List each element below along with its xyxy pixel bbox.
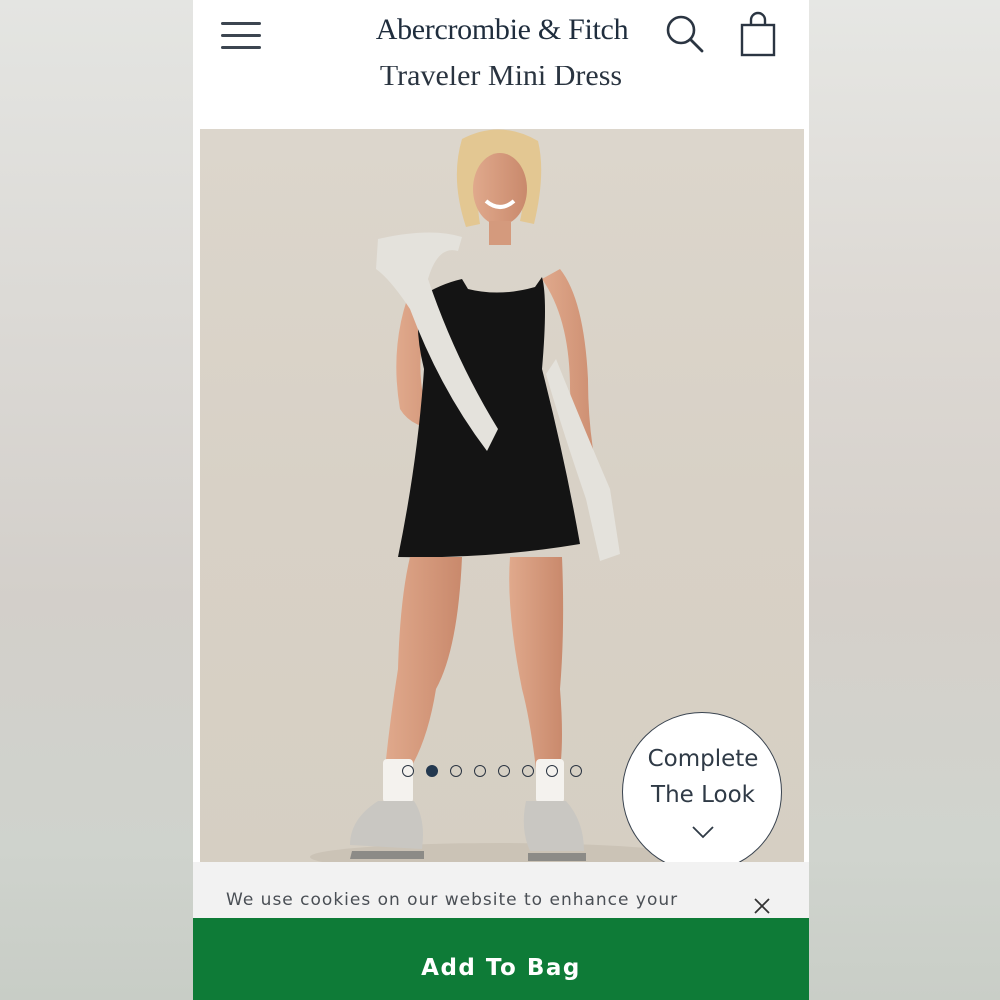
complete-the-look-label: Complete The Look [623, 741, 783, 813]
cookie-banner: We use cookies on our website to enhance… [193, 862, 809, 918]
background-left [0, 0, 193, 1000]
carousel-dot[interactable] [522, 765, 534, 777]
complete-look-line1: Complete [647, 746, 759, 772]
product-title: Traveler Mini Dress [379, 59, 623, 92]
close-icon[interactable] [753, 897, 771, 915]
carousel-dot[interactable] [498, 765, 510, 777]
complete-the-look-button[interactable]: Complete The Look [622, 712, 782, 869]
carousel-dots [402, 765, 582, 779]
carousel-dot[interactable] [402, 765, 414, 777]
cookie-message: We use cookies on our website to enhance… [226, 890, 679, 910]
carousel-dot[interactable] [450, 765, 462, 777]
carousel-dot-active[interactable] [426, 765, 438, 777]
background-right [809, 0, 1000, 1000]
add-to-bag-button[interactable]: Add To Bag [193, 918, 809, 1000]
search-icon[interactable] [665, 14, 705, 54]
carousel-dot[interactable] [546, 765, 558, 777]
hamburger-menu-icon[interactable] [219, 20, 263, 52]
carousel-dot[interactable] [474, 765, 486, 777]
site-header: Abercrombie & Fitch Traveler Mini Dress [193, 0, 809, 128]
carousel-dot[interactable] [570, 765, 582, 777]
chevron-down-icon [692, 826, 714, 839]
shopping-bag-icon[interactable] [739, 11, 777, 57]
product-image-gallery[interactable]: Complete The Look [200, 129, 804, 869]
brand-logo[interactable]: Abercrombie & Fitch [367, 10, 637, 50]
complete-look-line2: The Look [651, 782, 755, 808]
mobile-page: Abercrombie & Fitch Traveler Mini Dress [193, 0, 809, 1000]
